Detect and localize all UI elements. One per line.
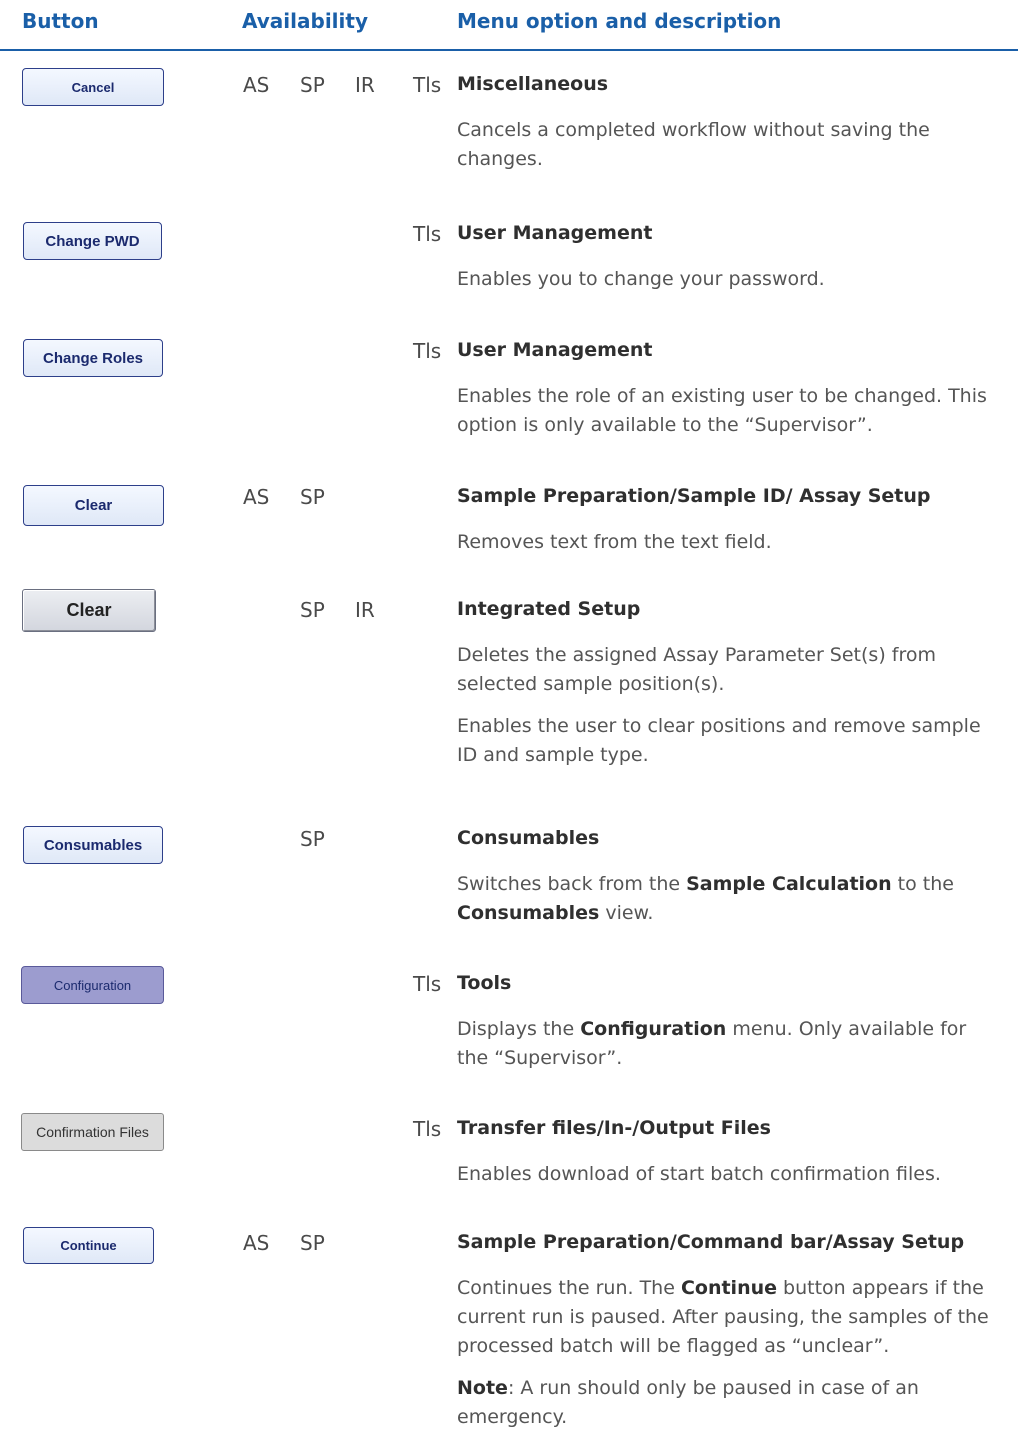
continue-button[interactable]: Continue xyxy=(23,1227,154,1264)
category: Consumables xyxy=(457,827,600,849)
availability-sp: SP xyxy=(300,827,325,851)
confirmation-files-button[interactable]: Confirmation Files xyxy=(21,1113,164,1151)
change-roles-button[interactable]: Change Roles xyxy=(23,339,163,377)
table-header: Button Availability Menu option and desc… xyxy=(0,0,1018,46)
header-menu-option: Menu option and description xyxy=(457,9,782,33)
description: Deletes the assigned Assay Parameter Set… xyxy=(457,644,936,695)
description: Displays the Configuration menu. Only av… xyxy=(457,1018,967,1069)
category: Sample Preparation/Sample ID/ Assay Setu… xyxy=(457,485,931,507)
category: User Management xyxy=(457,222,653,244)
clear-integrated-button[interactable]: Clear xyxy=(22,589,156,632)
availability-sp: SP xyxy=(300,1231,325,1255)
availability-sp: SP xyxy=(300,598,325,622)
description: Enables download of start batch confirma… xyxy=(457,1163,941,1185)
header-availability: Availability xyxy=(242,9,368,33)
description: Switches back from the Sample Calculatio… xyxy=(457,873,954,924)
description: Enables you to change your password. xyxy=(457,268,825,290)
description: Removes text from the text field. xyxy=(457,531,772,553)
availability-sp: SP xyxy=(300,73,325,97)
header-button: Button xyxy=(22,9,99,33)
clear-button[interactable]: Clear xyxy=(23,485,164,526)
description: Enables the role of an existing user to … xyxy=(457,385,987,436)
availability-ir: IR xyxy=(355,73,375,97)
description: Enables the user to clear positions and … xyxy=(457,715,981,766)
category: Tools xyxy=(457,972,512,994)
availability-tls: Tls xyxy=(413,972,442,996)
availability-ir: IR xyxy=(355,598,375,622)
category: User Management xyxy=(457,339,653,361)
header-divider xyxy=(0,49,1018,51)
cancel-button[interactable]: Cancel xyxy=(22,68,164,106)
availability-as: AS xyxy=(243,1231,270,1255)
consumables-button[interactable]: Consumables xyxy=(23,826,163,864)
availability-tls: Tls xyxy=(413,73,442,97)
change-pwd-button[interactable]: Change PWD xyxy=(23,222,162,260)
category: Transfer files/In-/Output Files xyxy=(457,1117,771,1139)
description: Continues the run. The Continue button a… xyxy=(457,1277,989,1357)
availability-tls: Tls xyxy=(413,339,442,363)
description: Cancels a completed workflow without sav… xyxy=(457,119,930,170)
configuration-button[interactable]: Configuration xyxy=(21,966,164,1004)
availability-sp: SP xyxy=(300,485,325,509)
category: Sample Preparation/Command bar/Assay Set… xyxy=(457,1231,965,1253)
availability-tls: Tls xyxy=(413,1117,442,1141)
category: Miscellaneous xyxy=(457,73,609,95)
availability-as: AS xyxy=(243,485,270,509)
availability-tls: Tls xyxy=(413,222,442,246)
category: Integrated Setup xyxy=(457,598,641,620)
availability-as: AS xyxy=(243,73,270,97)
note: Note: A run should only be paused in cas… xyxy=(457,1377,919,1428)
